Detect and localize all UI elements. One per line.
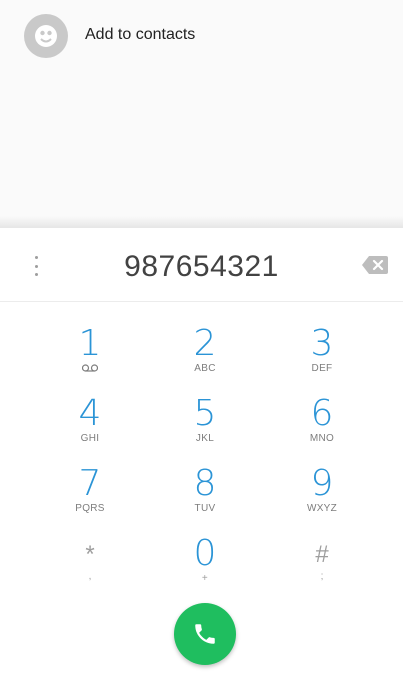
person-icon (24, 14, 68, 58)
dialpad-key-hash[interactable]: # ; (272, 540, 372, 610)
dialpad-key-0[interactable]: 0 + (155, 536, 255, 606)
add-to-contacts-label: Add to contacts (85, 26, 196, 43)
key-digit: 8 (193, 463, 217, 504)
key-letters: + (201, 573, 209, 584)
key-letters: TUV (194, 503, 216, 514)
dialpad-key-2[interactable]: 2 ABC (155, 326, 255, 396)
key-digit: 3 (310, 323, 334, 364)
dialpad: 987654321 1 2 ABC 3 DEF 4 GHI 5 JKL 6 MN… (0, 228, 403, 677)
dialpad-key-9[interactable]: 9 WXYZ (272, 466, 372, 536)
divider (0, 216, 403, 228)
dialpad-key-4[interactable]: 4 GHI (40, 396, 140, 466)
add-to-contacts-item[interactable]: Add to contacts (0, 0, 403, 72)
call-button[interactable] (174, 603, 236, 665)
key-digit: 6 (310, 393, 334, 434)
key-letters: ABC (194, 363, 216, 374)
key-letters: ; (320, 571, 324, 582)
suggestion-list: Add to contacts (0, 0, 403, 228)
voicemail-icon (82, 364, 98, 372)
key-digit: 0 (193, 533, 217, 574)
key-letters: DEF (311, 363, 333, 374)
key-letters: WXYZ (306, 503, 338, 514)
key-digit: 1 (78, 323, 102, 364)
entered-number[interactable]: 987654321 (60, 250, 343, 284)
more-vert-icon[interactable] (30, 256, 42, 276)
key-digit: 5 (193, 393, 217, 434)
key-digit: 4 (78, 393, 102, 434)
dialpad-key-7[interactable]: 7 PQRS (40, 466, 140, 536)
key-digit: # (315, 541, 329, 568)
dialpad-key-1[interactable]: 1 (40, 326, 140, 396)
key-digit: 7 (78, 463, 102, 504)
digits-display: 987654321 (0, 228, 403, 302)
key-letters: JKL (195, 433, 215, 444)
dialpad-key-3[interactable]: 3 DEF (272, 326, 372, 396)
dialpad-key-6[interactable]: 6 MNO (272, 396, 372, 466)
key-letters: MNO (309, 433, 335, 444)
dialpad-key-star[interactable]: * , (40, 540, 140, 610)
backspace-icon[interactable] (362, 256, 388, 274)
key-letters: PQRS (75, 503, 105, 514)
dialpad-key-5[interactable]: 5 JKL (155, 396, 255, 466)
key-digit: 2 (193, 323, 217, 364)
key-digit: * (85, 541, 95, 568)
phone-icon (195, 624, 215, 644)
dialer-screen: Add to contacts 987654321 1 2 ABC 3 DEF … (0, 0, 403, 677)
key-letters: GHI (80, 433, 100, 444)
dialpad-key-8[interactable]: 8 TUV (155, 466, 255, 536)
key-digit: 9 (310, 463, 334, 504)
key-letters: , (88, 571, 92, 582)
